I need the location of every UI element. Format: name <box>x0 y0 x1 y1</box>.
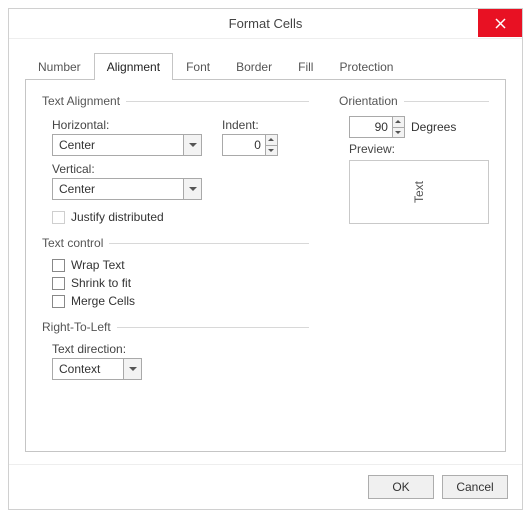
shrink-to-fit-label: Shrink to fit <box>71 276 131 290</box>
chevron-down-icon <box>183 179 201 199</box>
dialog-body: Number Alignment Font Border Fill Protec… <box>9 39 522 464</box>
orientation-preview: Text <box>349 160 489 224</box>
wrap-text-checkbox[interactable]: Wrap Text <box>52 258 309 272</box>
tab-panel: Text Alignment Horizontal: Center Vertic… <box>25 80 506 452</box>
text-direction-label: Text direction: <box>52 342 309 356</box>
degrees-spinner[interactable] <box>349 116 405 138</box>
vertical-value: Center <box>53 182 183 196</box>
group-orientation: Orientation Degrees Preview: <box>339 94 489 224</box>
close-icon <box>495 18 506 29</box>
group-rtl: Right-To-Left Text direction: Context <box>42 320 309 380</box>
tab-border[interactable]: Border <box>223 53 285 80</box>
group-text-alignment: Text Alignment Horizontal: Center Vertic… <box>42 94 309 224</box>
tab-fill[interactable]: Fill <box>285 53 326 80</box>
chevron-up-icon <box>268 138 274 141</box>
degrees-down-button[interactable] <box>393 127 404 138</box>
checkbox-icon <box>52 295 65 308</box>
titlebar: Format Cells <box>9 9 522 39</box>
ok-button[interactable]: OK <box>368 475 434 499</box>
vertical-label: Vertical: <box>52 162 202 176</box>
chevron-up-icon <box>395 120 401 123</box>
degrees-input[interactable] <box>350 120 392 134</box>
degrees-label: Degrees <box>411 120 456 134</box>
chevron-down-icon <box>123 359 141 379</box>
chevron-down-icon <box>183 135 201 155</box>
chevron-down-icon <box>268 149 274 152</box>
orientation-heading: Orientation <box>339 94 404 108</box>
merge-cells-label: Merge Cells <box>71 294 135 308</box>
checkbox-icon <box>52 211 65 224</box>
indent-input[interactable] <box>223 138 265 152</box>
text-direction-combo[interactable]: Context <box>52 358 142 380</box>
checkbox-icon <box>52 259 65 272</box>
group-text-control: Text control Wrap Text Shrink to fit Mer… <box>42 236 309 308</box>
dialog-footer: OK Cancel <box>9 464 522 509</box>
indent-up-button[interactable] <box>266 135 277 145</box>
preview-label: Preview: <box>349 142 489 156</box>
format-cells-dialog: Format Cells Number Alignment Font Borde… <box>8 8 523 510</box>
chevron-down-icon <box>395 131 401 134</box>
tab-font[interactable]: Font <box>173 53 223 80</box>
dialog-title: Format Cells <box>229 16 303 31</box>
vertical-combo[interactable]: Center <box>52 178 202 200</box>
horizontal-value: Center <box>53 138 183 152</box>
text-alignment-heading: Text Alignment <box>42 94 126 108</box>
tab-bar: Number Alignment Font Border Fill Protec… <box>25 53 506 80</box>
text-direction-value: Context <box>53 362 123 376</box>
indent-down-button[interactable] <box>266 145 277 156</box>
horizontal-combo[interactable]: Center <box>52 134 202 156</box>
wrap-text-label: Wrap Text <box>71 258 125 272</box>
indent-spinner[interactable] <box>222 134 278 156</box>
justify-distributed-label: Justify distributed <box>71 210 164 224</box>
preview-text: Text <box>412 181 426 203</box>
tab-alignment[interactable]: Alignment <box>94 53 173 80</box>
degrees-up-button[interactable] <box>393 117 404 127</box>
justify-distributed-checkbox: Justify distributed <box>52 210 309 224</box>
indent-label: Indent: <box>222 118 278 132</box>
shrink-to-fit-checkbox[interactable]: Shrink to fit <box>52 276 309 290</box>
rtl-heading: Right-To-Left <box>42 320 117 334</box>
text-control-heading: Text control <box>42 236 109 250</box>
close-button[interactable] <box>478 9 522 37</box>
checkbox-icon <box>52 277 65 290</box>
tab-number[interactable]: Number <box>25 53 94 80</box>
merge-cells-checkbox[interactable]: Merge Cells <box>52 294 309 308</box>
horizontal-label: Horizontal: <box>52 118 202 132</box>
tab-protection[interactable]: Protection <box>326 53 406 80</box>
cancel-button[interactable]: Cancel <box>442 475 508 499</box>
